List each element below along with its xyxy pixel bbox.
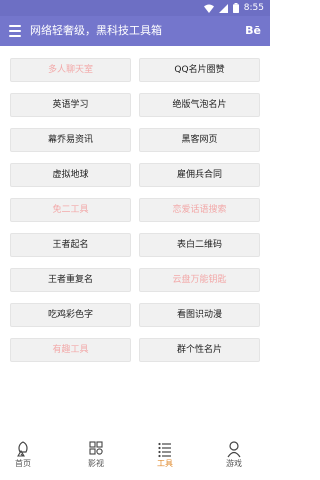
bottom-nav: 首页 影视 工具 游戏 bbox=[0, 434, 270, 480]
tool-button[interactable]: QQ名片圈赞 bbox=[139, 58, 260, 82]
tool-button[interactable]: 群个性名片 bbox=[139, 338, 260, 362]
status-time: 8:55 bbox=[243, 3, 264, 13]
nav-label-game: 游戏 bbox=[226, 459, 242, 468]
tool-button[interactable]: 英语学习 bbox=[10, 93, 131, 117]
tool-button[interactable]: 免二工具 bbox=[10, 198, 131, 222]
tool-button[interactable]: 云盘万能钥匙 bbox=[139, 268, 260, 292]
tool-button[interactable]: 吃鸡彩色字 bbox=[10, 303, 131, 327]
nav-item-video[interactable]: 影视 bbox=[76, 440, 116, 474]
nav-label-video: 影视 bbox=[88, 459, 104, 468]
tool-button[interactable]: 恋爱话语搜索 bbox=[139, 198, 260, 222]
nav-item-home[interactable]: 首页 bbox=[3, 440, 43, 474]
video-icon bbox=[89, 441, 103, 455]
tools-icon bbox=[158, 442, 171, 458]
menu-icon[interactable] bbox=[9, 25, 21, 37]
tool-button[interactable]: 绝版气泡名片 bbox=[139, 93, 260, 117]
app-bar: 网络轻奢级，黑科技工具箱 Bē bbox=[0, 16, 270, 46]
status-icons: 8:55 bbox=[203, 2, 264, 14]
app-title: 网络轻奢级，黑科技工具箱 bbox=[30, 24, 162, 37]
battery-icon bbox=[232, 3, 239, 13]
status-bar: 8:55 bbox=[0, 0, 270, 16]
nav-item-game[interactable]: 游戏 bbox=[214, 440, 254, 474]
signal-icon bbox=[218, 3, 228, 13]
wifi-icon bbox=[203, 4, 214, 13]
tool-button[interactable]: 看图识动漫 bbox=[139, 303, 260, 327]
tool-button[interactable]: 幕乔易资讯 bbox=[10, 128, 131, 152]
tool-button[interactable]: 虚拟地球 bbox=[10, 163, 131, 187]
tool-button[interactable]: 多人聊天室 bbox=[10, 58, 131, 82]
app-bar-action[interactable]: Bē bbox=[245, 23, 261, 39]
nav-item-tools[interactable]: 工具 bbox=[145, 440, 185, 474]
tool-button[interactable]: 有趣工具 bbox=[10, 338, 131, 362]
game-icon bbox=[227, 441, 241, 458]
tool-button[interactable]: 雇佣兵合同 bbox=[139, 163, 260, 187]
tool-button[interactable]: 黑客网页 bbox=[139, 128, 260, 152]
nav-label-tools: 工具 bbox=[157, 459, 173, 468]
nav-label-home: 首页 bbox=[15, 459, 31, 468]
tool-button[interactable]: 王者起名 bbox=[10, 233, 131, 257]
home-icon bbox=[17, 441, 28, 457]
tool-button[interactable]: 表白二维码 bbox=[139, 233, 260, 257]
tool-button[interactable]: 王者重复名 bbox=[10, 268, 131, 292]
